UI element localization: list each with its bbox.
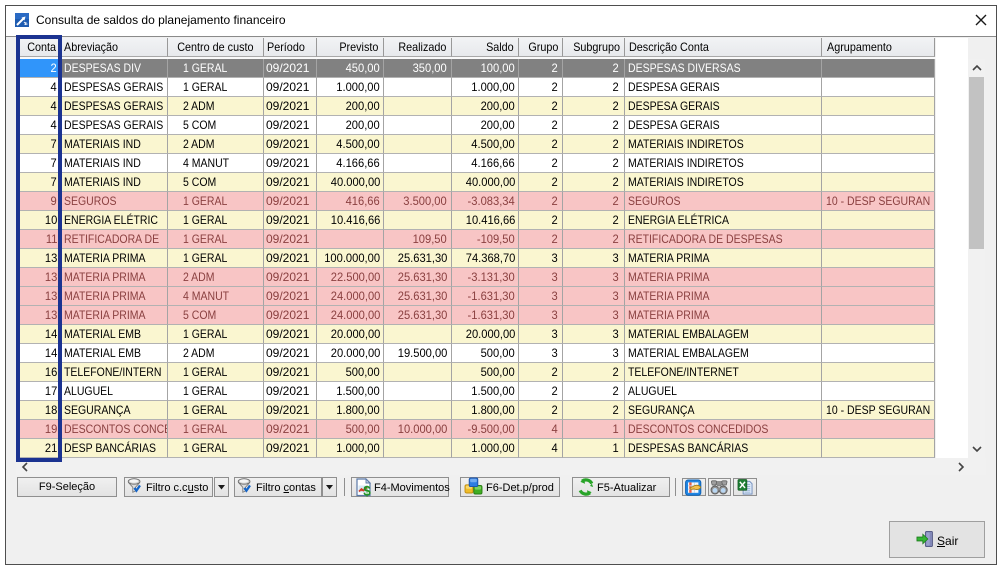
- svg-text:$: $: [363, 484, 371, 497]
